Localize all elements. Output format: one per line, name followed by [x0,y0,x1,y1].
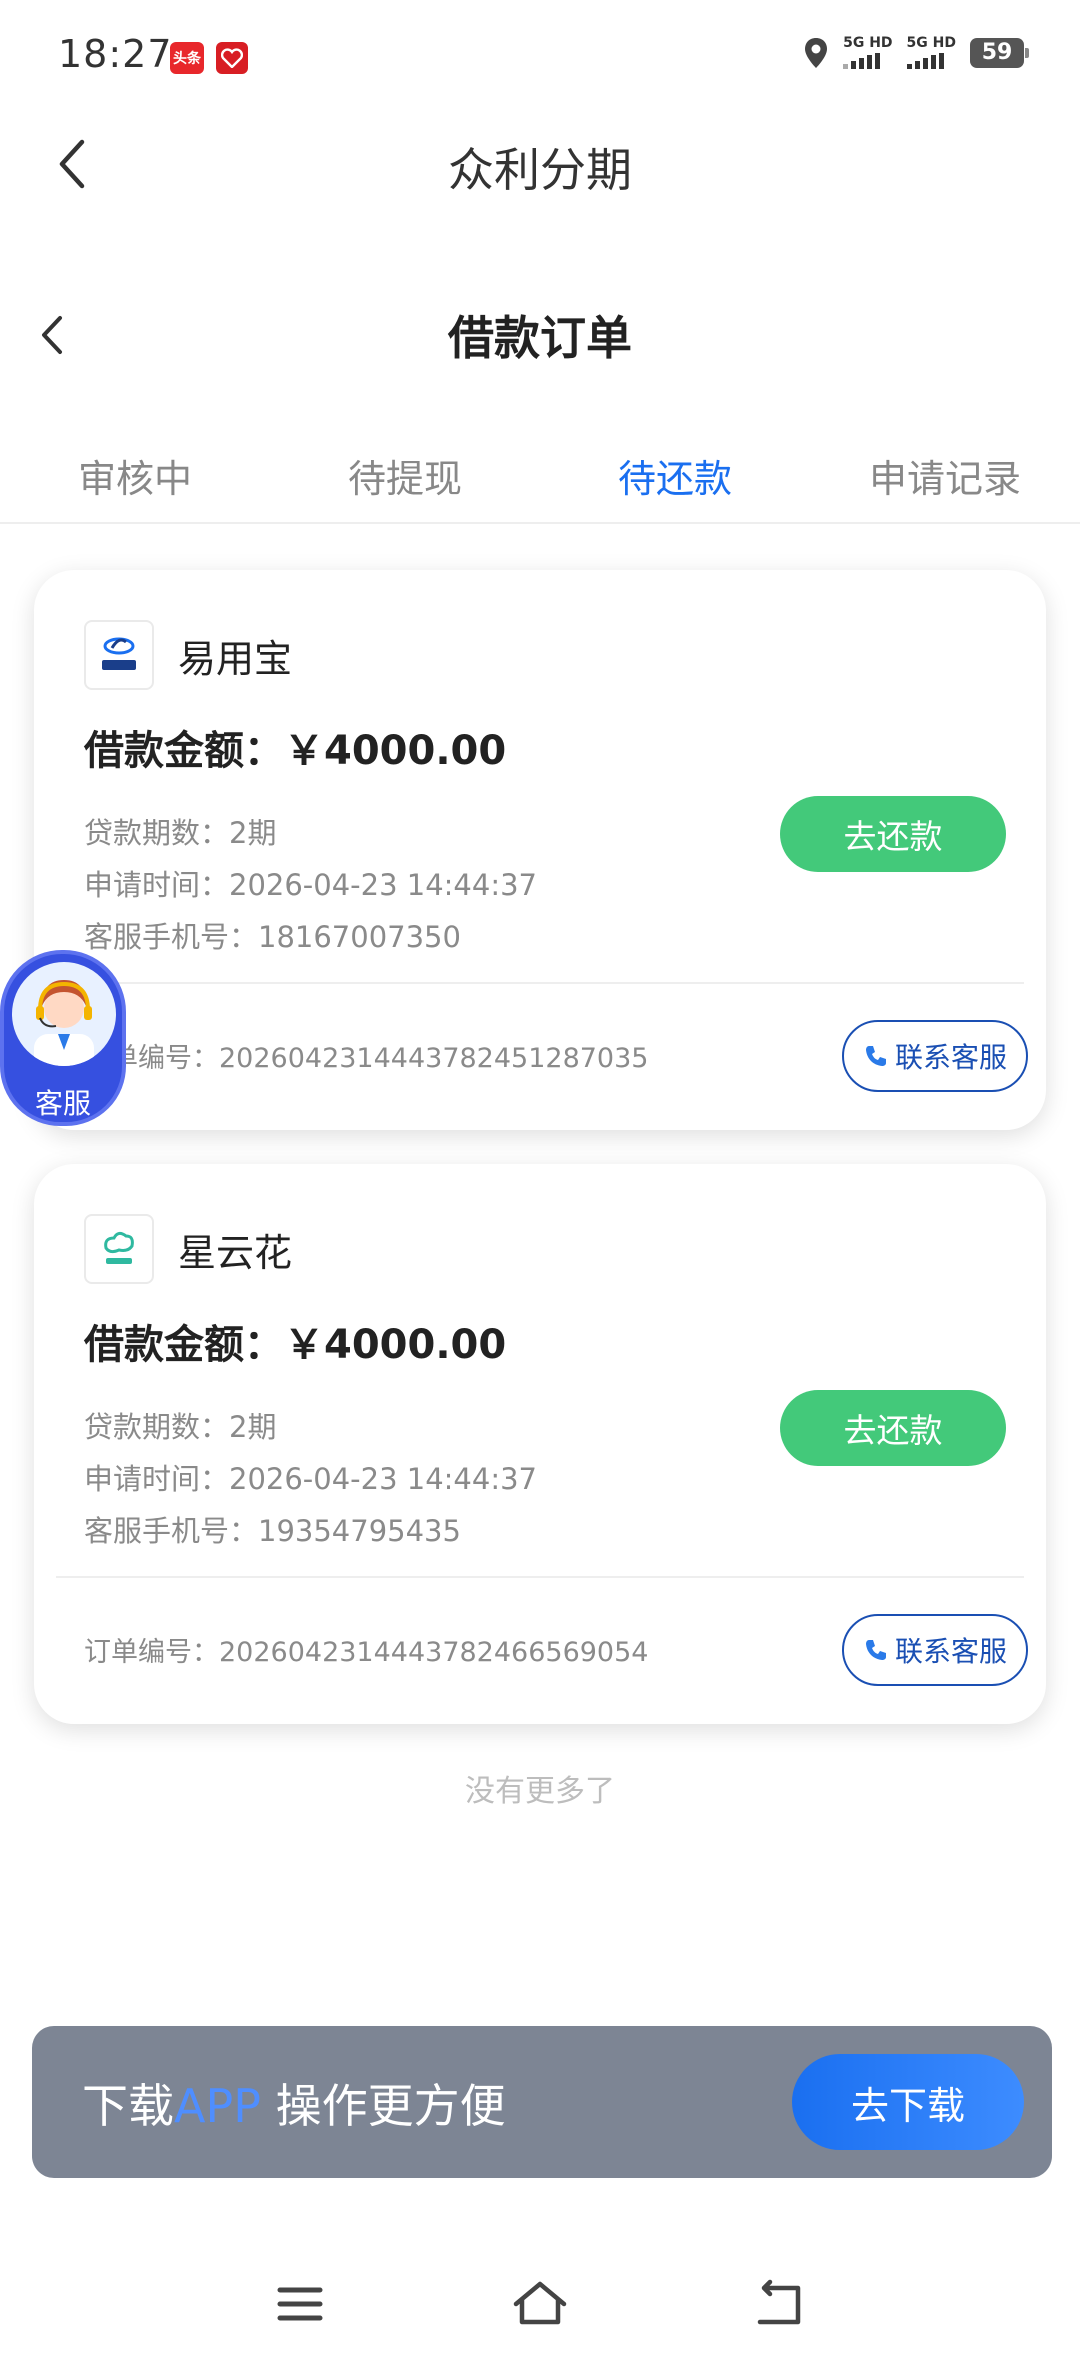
heart-app-icon [216,42,248,74]
loan-term: 贷款期数：2期 [84,816,277,850]
apply-time: 申请时间：2026-04-23 14:44:37 [84,868,537,902]
product-name: 易用宝 [178,637,293,681]
order-card: 星云花 借款金额：￥4000.00 贷款期数：2期 申请时间：2026-04-2… [34,1164,1046,1724]
tab-application-records[interactable]: 申请记录 [810,430,1080,522]
toutiao-app-icon: 头条 [170,42,204,74]
phone-icon [865,1640,886,1660]
app-title: 众利分期 [448,143,632,197]
xingyunhua-logo-icon [84,1214,154,1284]
banner-text: 下载APP 操作更方便 [82,2079,506,2133]
divider [56,982,1024,984]
page-title: 借款订单 [448,311,632,365]
home-icon[interactable] [510,2274,570,2334]
order-number: 订单编号：2026042314443782466569054 [84,1637,649,1668]
location-icon [805,37,828,68]
product-name: 星云花 [178,1231,293,1275]
status-icons: 5G HD 5G HD 59 [803,36,1029,69]
banner-text-highlight: APP [174,2079,261,2133]
service-agent-avatar-icon [12,962,116,1066]
yiyongbao-logo-icon [84,620,154,690]
apply-time: 申请时间：2026-04-23 14:44:37 [84,1462,537,1496]
repay-button[interactable]: 去还款 [780,796,1006,872]
phone-icon [865,1046,886,1066]
menu-icon[interactable] [270,2274,330,2334]
signal-2-icon: 5G HD [906,36,956,69]
tab-to-repay[interactable]: 待还款 [540,430,810,522]
download-button[interactable]: 去下载 [792,2054,1024,2150]
order-card: 易用宝 借款金额：￥4000.00 贷款期数：2期 申请时间：2026-04-2… [34,570,1046,1130]
battery-icon: 59 [970,37,1029,68]
order-number: 订单编号：20260423144437824512870​35 [84,1043,649,1074]
status-bar: 18:27 头条 5G HD 5G HD 59 [0,0,1080,110]
floating-service-button[interactable]: 客服 [0,950,126,1126]
no-more-text: 没有更多了 [465,1774,615,1809]
contact-service-label: 联系客服 [894,1635,1007,1668]
repay-button[interactable]: 去还款 [780,1390,1006,1466]
order-tabs: 审核中 待提现 待还款 申请记录 [0,430,1080,524]
tab-to-withdraw[interactable]: 待提现 [270,430,540,522]
back-nav-icon[interactable] [750,2274,810,2334]
service-phone: 客服手机号：18167007350 [84,920,461,954]
page-header: 借款订单 [0,280,1080,380]
service-label: 客服 [34,1087,91,1120]
loan-term: 贷款期数：2期 [84,1410,277,1444]
loan-amount: 借款金额：￥4000.00 [84,728,507,774]
system-nav-bar [0,2256,1080,2376]
outer-header: 众利分期 [0,110,1080,220]
download-banner: 下载APP 操作更方便 去下载 [32,2026,1052,2178]
contact-service-label: 联系客服 [894,1041,1007,1074]
status-time: 18:27 [58,32,173,76]
service-phone: 客服手机号：19354795435 [84,1514,461,1548]
contact-service-button[interactable]: 联系客服 [842,1614,1028,1686]
signal-1-icon: 5G HD [843,36,893,69]
contact-service-button[interactable]: 联系客服 [842,1020,1028,1092]
tab-reviewing[interactable]: 审核中 [0,430,270,522]
divider [56,1576,1024,1578]
loan-amount: 借款金额：￥4000.00 [84,1322,507,1368]
